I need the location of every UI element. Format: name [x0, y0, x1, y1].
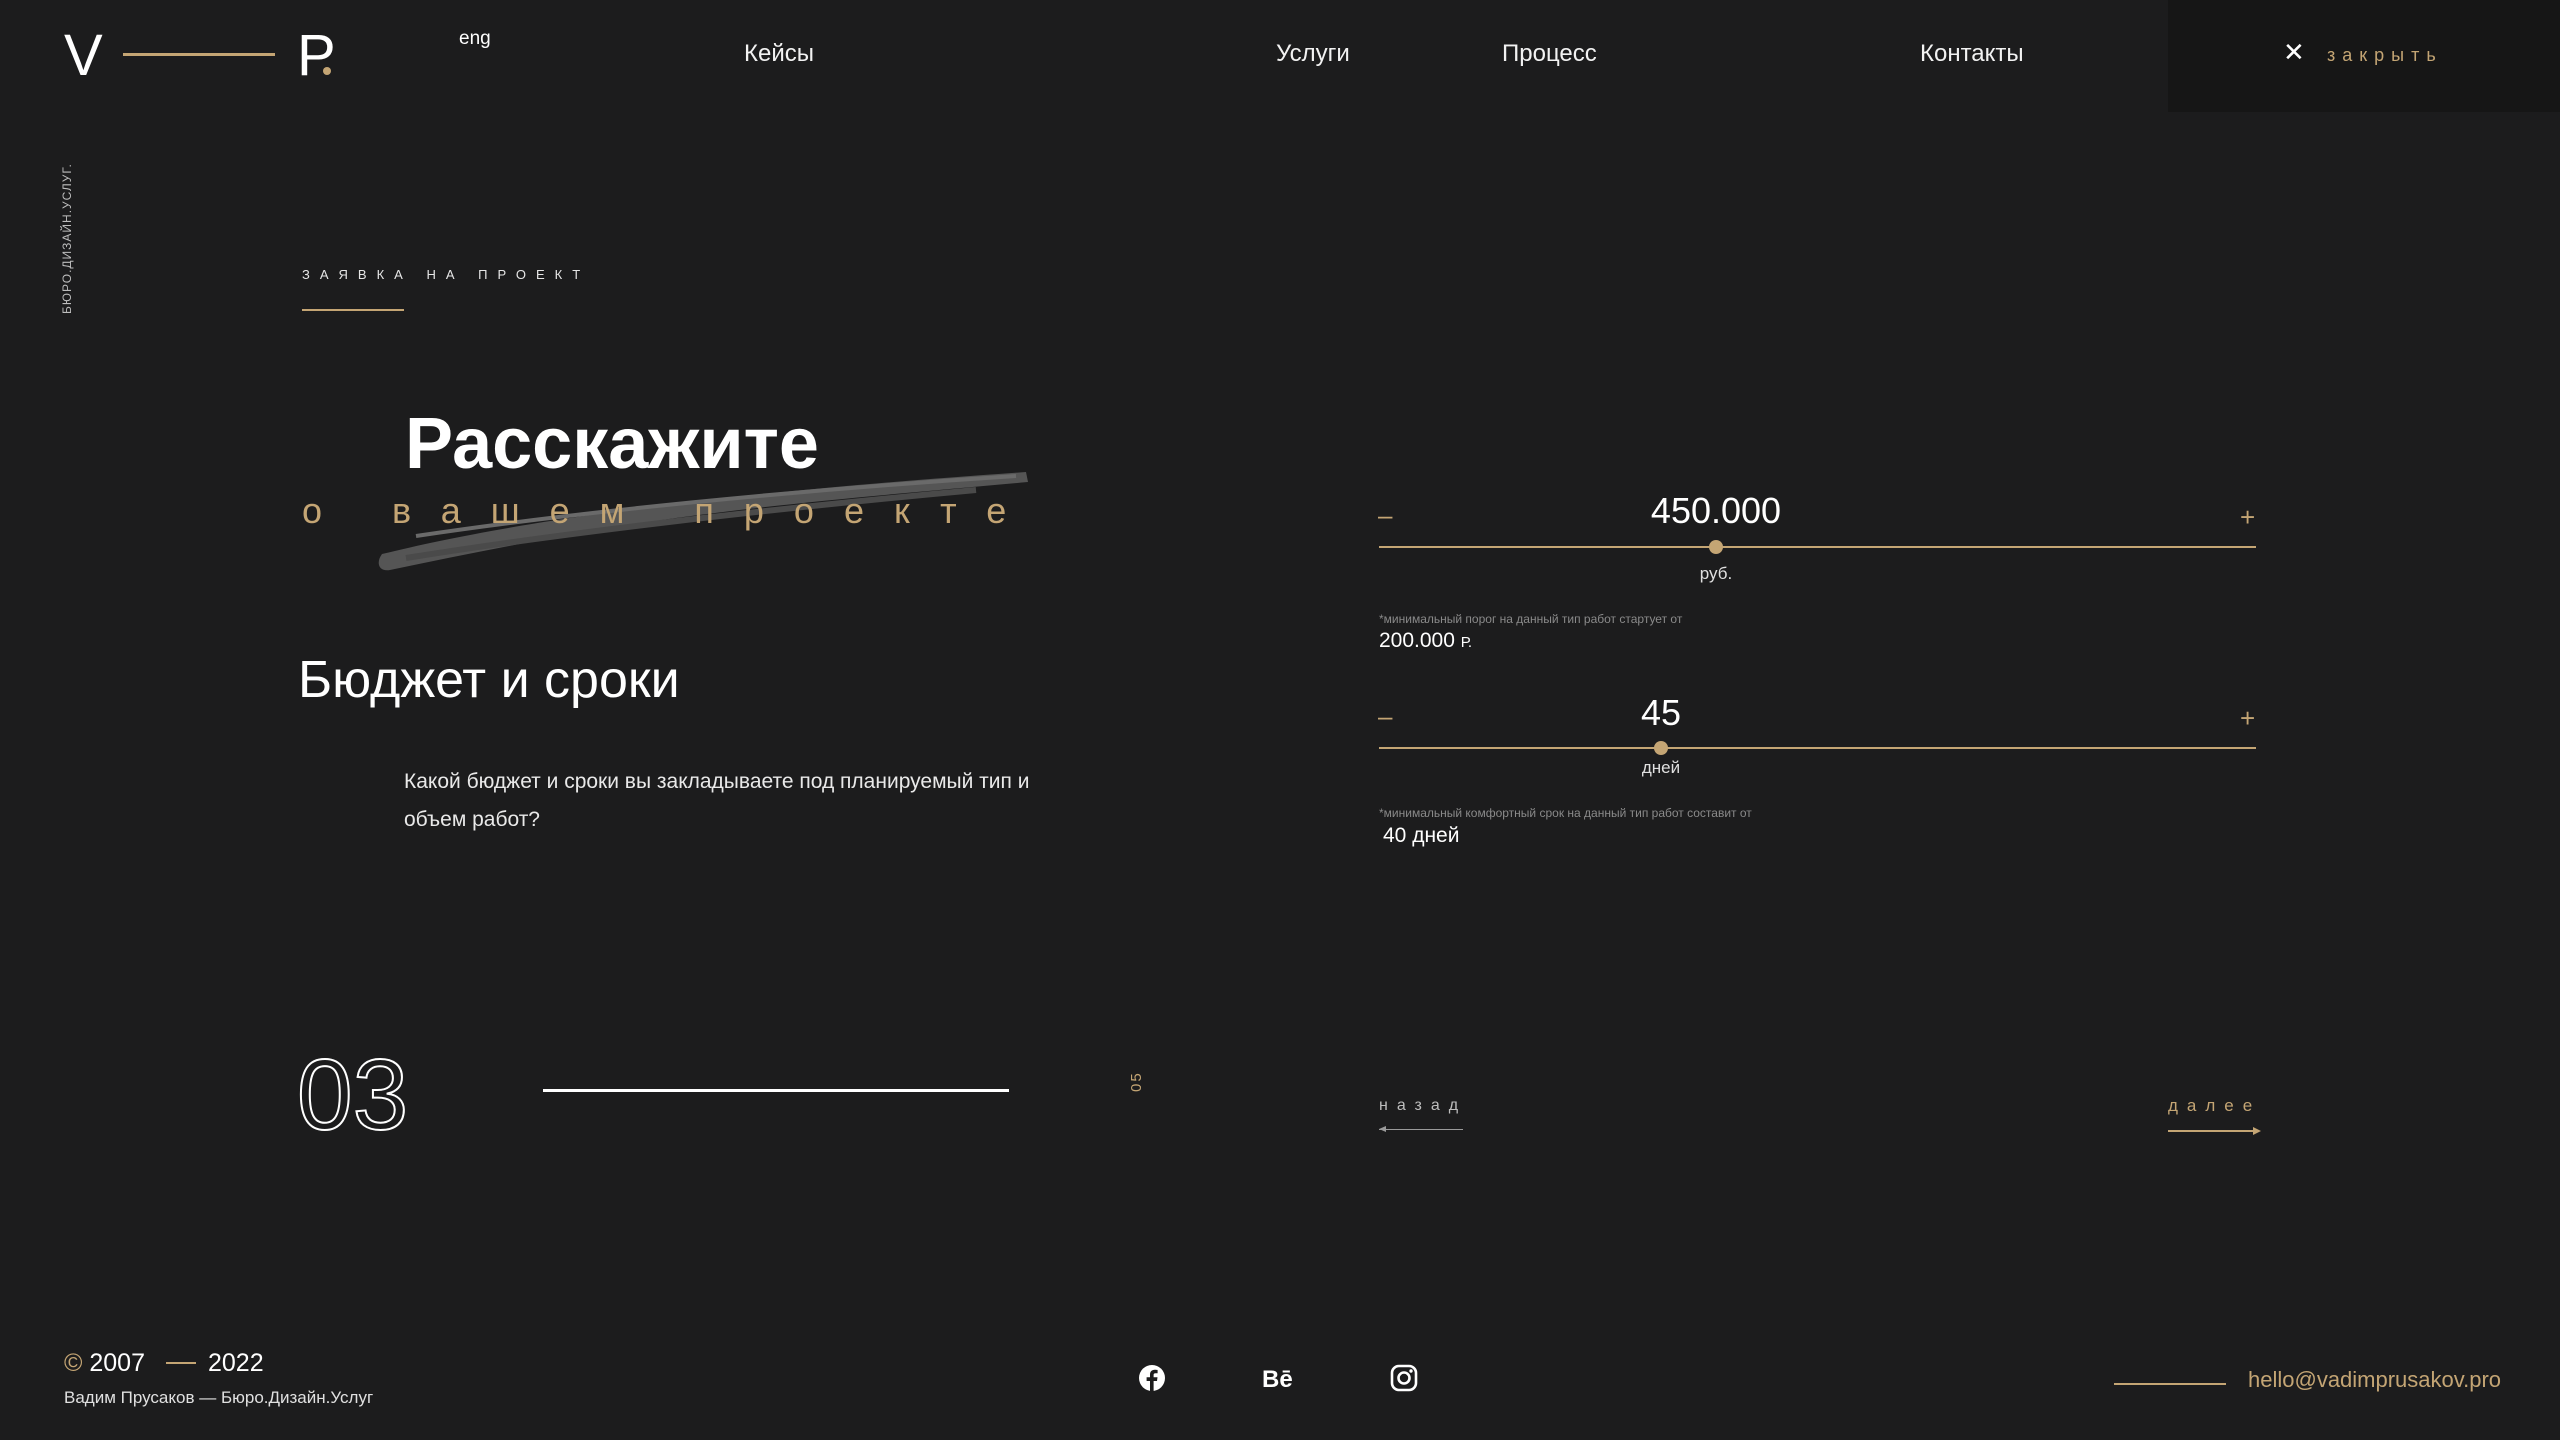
author-name: Вадим Прусаков [64, 1388, 195, 1407]
back-arrow-icon[interactable] [1379, 1126, 1386, 1132]
budget-decrease-button[interactable]: – [1378, 500, 1392, 531]
page-title: Расскажите [405, 404, 819, 484]
budget-value: 450.000 [1650, 490, 1782, 531]
timeline-slider-track[interactable] [1379, 747, 2256, 749]
next-button[interactable]: далее [2168, 1096, 2261, 1116]
close-label[interactable]: закрыть [2327, 45, 2443, 66]
step-current: 03 [296, 1039, 409, 1151]
section-label: ЗАЯВКА НА ПРОЕКТ [302, 267, 591, 282]
budget-slider-handle[interactable] [1709, 540, 1723, 554]
page-subtitle: о вашем проекте [302, 490, 1037, 531]
next-arrow-line[interactable] [2168, 1130, 2256, 1132]
section-heading: Бюджет и сроки [298, 651, 680, 709]
back-button[interactable]: назад [1379, 1097, 1467, 1115]
timeline-value: 45 [1640, 692, 1682, 733]
section-description: Какой бюджет и сроки вы закладываете под… [404, 770, 1030, 831]
budget-minimum-value: 200.000 [1379, 629, 1455, 652]
copyright: © 2007 [64, 1349, 145, 1378]
section-underline [302, 309, 404, 311]
budget-increase-button[interactable]: + [2240, 502, 2255, 533]
bureau-name: Бюро.Дизайн.Услуг [220, 1388, 374, 1407]
copyright-symbol: © [64, 1349, 83, 1377]
close-icon[interactable]: ✕ [2283, 38, 2305, 66]
timeline-increase-button[interactable]: + [2240, 703, 2255, 734]
logo-dot [323, 67, 331, 75]
svg-text:Bē: Bē [1262, 1366, 1293, 1393]
timeline-unit: дней [1641, 758, 1681, 777]
budget-minimum: 200.000 Р. [1379, 629, 1472, 653]
budget-minimum-unit: Р. [1460, 634, 1473, 651]
footer-credits: Вадим Прусаков — Бюро.Дизайн.Услуг [64, 1388, 373, 1408]
budget-slider-track[interactable] [1379, 546, 2256, 548]
logo-letter-p[interactable]: P [297, 24, 336, 88]
nav-cases[interactable]: Кейсы [744, 40, 814, 68]
email-divider [2114, 1383, 2226, 1385]
step-progress-line [543, 1089, 1009, 1092]
year-divider [166, 1362, 196, 1364]
back-arrow-line[interactable] [1379, 1129, 1463, 1130]
nav-contacts[interactable]: Контакты [1920, 40, 2024, 68]
logo-divider [123, 53, 275, 56]
vertical-tagline: БЮРО.ДИЗАЙН.УСЛУГ. [60, 163, 74, 314]
timeline-slider-handle[interactable] [1654, 741, 1668, 755]
year-from: 2007 [89, 1349, 145, 1377]
budget-note: *минимальный порог на данный тип работ с… [1379, 612, 1683, 626]
credits-dash: — [199, 1388, 217, 1407]
nav-process[interactable]: Процесс [1502, 40, 1597, 68]
behance-icon[interactable]: Bē [1262, 1362, 1298, 1394]
budget-unit: руб. [1699, 564, 1733, 583]
instagram-icon[interactable] [1388, 1362, 1420, 1394]
email-link[interactable]: hello@vadimprusakov.pro [2248, 1367, 2501, 1393]
timeline-minimum: 40 дней [1383, 824, 1460, 847]
timeline-note: *минимальный комфортный срок на данный т… [1379, 806, 1752, 820]
year-to: 2022 [208, 1349, 264, 1377]
nav-services[interactable]: Услуги [1276, 40, 1350, 68]
timeline-decrease-button[interactable]: – [1378, 701, 1392, 732]
logo-letter-v[interactable]: V [64, 24, 103, 88]
step-total: 05 [1128, 1071, 1145, 1092]
language-switch[interactable]: eng [459, 28, 491, 50]
next-arrow-icon[interactable] [2253, 1127, 2261, 1135]
facebook-icon[interactable] [1136, 1362, 1168, 1394]
